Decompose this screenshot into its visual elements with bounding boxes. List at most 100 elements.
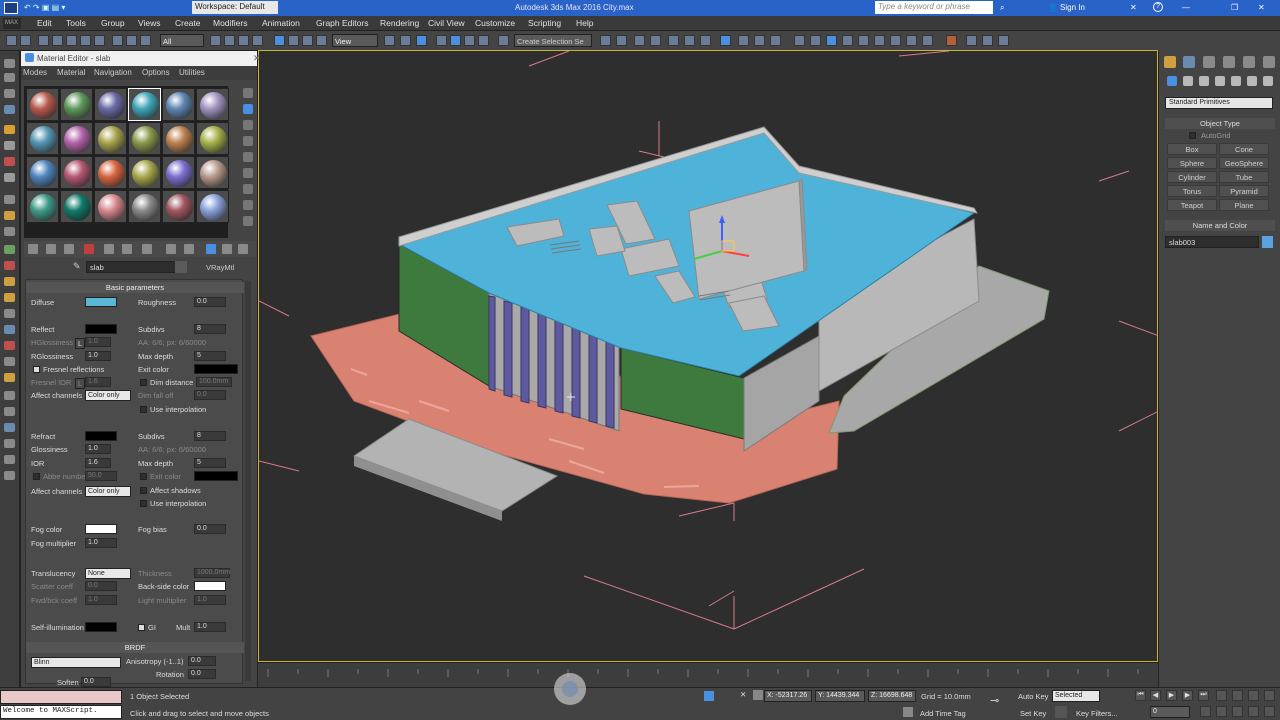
material-sample-slot[interactable]	[94, 88, 127, 121]
select-link-icon[interactable]	[112, 35, 123, 46]
set-key-button[interactable]: Set Key	[1020, 709, 1046, 718]
strip-tool-icon[interactable]	[4, 141, 15, 150]
edit-named-selection-icon[interactable]	[498, 35, 509, 46]
align-icon[interactable]	[616, 35, 627, 46]
previous-frame-icon[interactable]: ◀	[1150, 690, 1161, 701]
percent-snap-icon[interactable]	[464, 35, 475, 46]
vray-toolbar-icon-13[interactable]	[998, 35, 1009, 46]
material-sample-slot[interactable]	[60, 156, 93, 189]
strip-tool-icon[interactable]	[4, 309, 15, 318]
material-sample-slot[interactable]	[196, 122, 229, 155]
vray-toolbar-icon-8[interactable]	[906, 35, 917, 46]
roughness-spinner[interactable]: 0.0	[194, 297, 226, 307]
search-icon[interactable]: ⌕	[1000, 3, 1004, 13]
strip-tool-icon[interactable]	[4, 423, 15, 432]
use-interpolation-checkbox[interactable]	[140, 406, 147, 413]
refract-affect-channels-dropdown[interactable]: Color only	[85, 486, 131, 497]
brdf-type-dropdown[interactable]: Blinn	[31, 657, 121, 668]
keyboard-shortcut-icon[interactable]	[416, 35, 427, 46]
motion-tab-icon[interactable]	[1223, 56, 1235, 68]
rotation-spinner[interactable]: 0.0	[188, 669, 216, 679]
layer-explorer-icon[interactable]	[650, 35, 661, 46]
strip-tool-icon[interactable]	[4, 293, 15, 302]
object-color-swatch[interactable]	[1262, 236, 1273, 248]
hierarchy-tab-icon[interactable]	[1203, 56, 1215, 68]
select-object-icon[interactable]	[210, 35, 221, 46]
affect-shadows-checkbox[interactable]	[140, 487, 147, 494]
workspace-dropdown[interactable]: Workspace: Default	[192, 1, 278, 14]
cameras-icon[interactable]	[1215, 76, 1225, 86]
fog-color-swatch[interactable]	[85, 524, 117, 534]
select-by-name-icon[interactable]	[224, 35, 235, 46]
strip-tool-icon[interactable]	[4, 59, 15, 68]
x-coordinate[interactable]: X: -52317.26	[764, 690, 812, 702]
translucency-dropdown[interactable]: None	[85, 568, 131, 579]
fresnel-ior-spinner[interactable]: 1.6	[85, 377, 111, 387]
key-filters-button[interactable]: Key Filters...	[1076, 709, 1118, 718]
vray-toolbar-icon-5[interactable]	[858, 35, 869, 46]
sphere-button[interactable]: Sphere	[1167, 157, 1217, 169]
affect-channels-dropdown[interactable]: Color only	[85, 390, 131, 401]
strip-tool-icon[interactable]	[4, 73, 15, 82]
pyramid-button[interactable]: Pyramid	[1219, 185, 1269, 197]
self-illumination-swatch[interactable]	[85, 622, 117, 632]
zoom-extents-all-icon[interactable]	[1264, 690, 1275, 701]
strip-tool-icon[interactable]	[4, 195, 15, 204]
hglossiness-spinner[interactable]: 1.0	[85, 337, 111, 347]
minimize-icon[interactable]: —	[1182, 3, 1190, 12]
maxscript-listener-input[interactable]	[0, 690, 122, 704]
vray-toolbar-icon-9[interactable]	[922, 35, 933, 46]
subdivs-spinner[interactable]: 8	[194, 324, 226, 334]
help-icon[interactable]: ?	[1153, 2, 1163, 12]
material-sample-slot[interactable]	[26, 190, 59, 223]
sample-uv-tiling-icon[interactable]	[243, 136, 253, 146]
menu-navigation[interactable]: Navigation	[94, 68, 132, 77]
close-icon[interactable]: ✕	[253, 53, 261, 64]
z-coordinate[interactable]: Z: 16698.648	[868, 690, 916, 702]
pick-material-icon[interactable]	[238, 244, 248, 254]
strip-tool-icon[interactable]	[4, 245, 15, 254]
render-production-icon[interactable]	[770, 35, 781, 46]
lights-icon[interactable]	[1199, 76, 1209, 86]
show-end-result-icon[interactable]	[184, 244, 194, 254]
menu-customize[interactable]: Customize	[475, 18, 515, 28]
hglossiness-lock[interactable]: L	[75, 338, 86, 349]
dim-distance-spinner[interactable]: 100.0mm	[196, 377, 232, 387]
fwd-bck-coeff-spinner[interactable]: 1.0	[85, 595, 117, 605]
strip-tool-icon[interactable]	[4, 125, 15, 134]
redo-view-icon[interactable]	[94, 35, 105, 46]
vray-toolbar-icon-6[interactable]	[874, 35, 885, 46]
menu-graph-editors[interactable]: Graph Editors	[316, 18, 368, 28]
name-and-color-header[interactable]: Name and Color	[1165, 220, 1275, 231]
strip-tool-icon[interactable]	[4, 173, 15, 182]
material-editor-scrollbar[interactable]	[245, 281, 251, 681]
strip-tool-icon[interactable]	[4, 277, 15, 286]
vray-toolbar-icon-12[interactable]	[982, 35, 993, 46]
shapes-icon[interactable]	[1183, 76, 1193, 86]
material-sample-slot[interactable]	[26, 156, 59, 189]
material-sample-slot[interactable]	[94, 156, 127, 189]
maxscript-listener-output[interactable]: Welcome to MAXScript.	[0, 705, 122, 719]
bind-space-warp-icon[interactable]	[66, 35, 77, 46]
light-multiplier-spinner[interactable]: 1.0	[194, 595, 226, 605]
glossiness-spinner[interactable]: 1.0	[85, 444, 111, 454]
material-sample-slot[interactable]	[196, 88, 229, 121]
basic-parameters-header[interactable]: Basic parameters	[26, 282, 244, 293]
brdf-header[interactable]: BRDF	[26, 642, 244, 653]
key-icon[interactable]: ⊸	[990, 694, 999, 707]
menu-material[interactable]: Material	[57, 68, 85, 77]
material-sample-slot[interactable]	[162, 88, 195, 121]
material-sample-slot[interactable]	[162, 122, 195, 155]
fog-multiplier-spinner[interactable]: 1.0	[85, 538, 117, 548]
selection-filter-dropdown[interactable]: All	[160, 34, 204, 47]
refract-subdivs-spinner[interactable]: 8	[194, 431, 226, 441]
exit-color-checkbox[interactable]	[140, 473, 147, 480]
menu-options[interactable]: Options	[142, 68, 170, 77]
menu-animation[interactable]: Animation	[262, 18, 300, 28]
go-to-start-icon[interactable]: ⏮	[1135, 690, 1146, 701]
mirror-icon[interactable]	[600, 35, 611, 46]
cylinder-button[interactable]: Cylinder	[1167, 171, 1217, 183]
space-warps-icon[interactable]	[1247, 76, 1257, 86]
pan-icon[interactable]	[1232, 706, 1243, 717]
exit-color-swatch[interactable]	[194, 364, 238, 374]
